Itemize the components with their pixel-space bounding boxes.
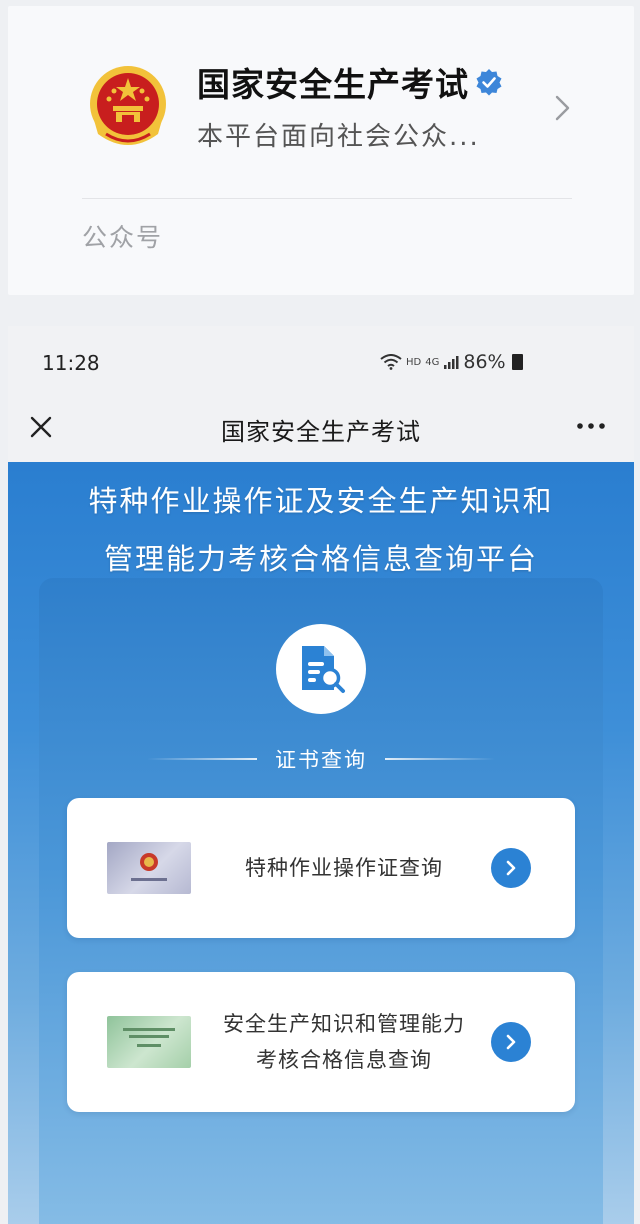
signal-icon: [444, 356, 459, 369]
card-divider: [82, 198, 572, 199]
battery-icon: [511, 354, 523, 370]
official-account-card[interactable]: 国家安全生产考试 本平台面向社会公众... 公众号: [8, 6, 634, 295]
page-title: 国家安全生产考试: [221, 418, 421, 446]
embedded-phone-screenshot: 11:28 HD 4G 86% 国家安全生产考试 特种作业操作证及安全生产知识和…: [8, 326, 634, 1224]
certificate-thumbnail: [107, 842, 191, 894]
wifi-icon: [380, 354, 402, 370]
account-description: 本平台面向社会公众...: [197, 122, 480, 152]
card-label-line-1: 安全生产知识和管理能力: [223, 1012, 465, 1036]
special-operation-certificate-query-card[interactable]: 特种作业操作证查询: [67, 798, 575, 938]
safety-management-qualification-query-card[interactable]: 安全生产知识和管理能力 考核合格信息查询: [67, 972, 575, 1112]
arrow-right-icon[interactable]: [491, 1022, 531, 1062]
network-label: HD: [406, 356, 422, 368]
document-search-icon-badge: [276, 624, 366, 714]
document-search-icon: [302, 646, 345, 693]
card-label: 特种作业操作证查询: [245, 856, 443, 880]
account-type-label: 公众号: [82, 223, 164, 252]
status-icons: HD 4G 86%: [380, 351, 523, 373]
arrow-right-icon[interactable]: [491, 848, 531, 888]
certificate-thumbnail: [107, 1016, 191, 1068]
card-label: 安全生产知识和管理能力 考核合格信息查询: [199, 1006, 489, 1078]
status-bar: 11:28 HD 4G 86%: [8, 326, 634, 396]
page-content: 特种作业操作证及安全生产知识和 管理能力考核合格信息查询平台 证书查询 特种作业…: [8, 462, 634, 1224]
title-bar: 国家安全生产考试: [8, 396, 634, 462]
verified-icon: [476, 69, 502, 96]
more-icon[interactable]: [574, 414, 608, 438]
section-line-right: [385, 758, 495, 760]
query-panel: 证书查询 特种作业操作证查询 安全生产知识和管理能力 考核合格信息查询: [39, 578, 603, 1224]
signal-label: 4G: [425, 356, 440, 368]
card-label-line-2: 考核合格信息查询: [256, 1048, 432, 1072]
national-emblem-icon: [90, 66, 166, 145]
chevron-right-icon[interactable]: [553, 94, 573, 122]
account-name: 国家安全生产考试: [197, 58, 503, 106]
section-title: 证书查询: [39, 744, 603, 774]
battery-level: 86%: [463, 351, 506, 373]
section-title-text: 证书查询: [275, 748, 367, 772]
status-time: 11:28: [42, 351, 100, 375]
section-line-left: [147, 758, 257, 760]
heading-line-2: 管理能力考核合格信息查询平台: [103, 542, 538, 576]
heading-line-1: 特种作业操作证及安全生产知识和: [88, 484, 554, 518]
account-name-text: 国家安全生产考试: [197, 65, 469, 104]
